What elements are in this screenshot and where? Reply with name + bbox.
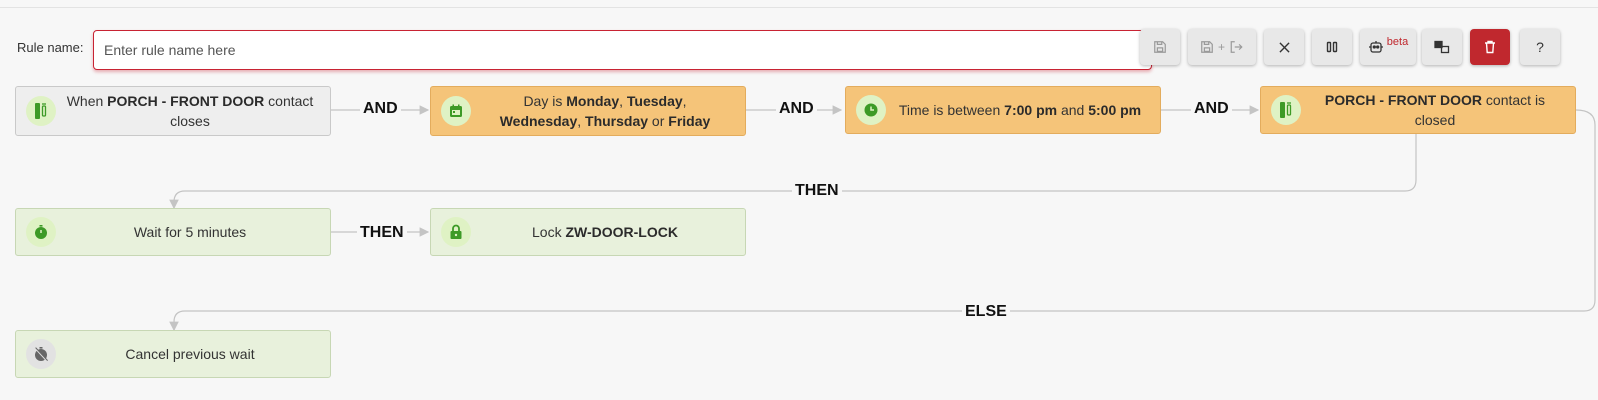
node-text-plain: , <box>577 113 586 129</box>
node-text-bold: ZW-DOOR-LOCK <box>565 224 678 240</box>
node-text-plain: or <box>648 113 669 129</box>
node-text-bold: Tuesday <box>626 93 683 109</box>
condition-node-day[interactable]: Day is Monday, Tuesday, Wednesday, Thurs… <box>430 86 746 136</box>
node-text-bold: Monday <box>566 93 620 109</box>
node-text-bold: Thursday <box>585 113 649 129</box>
and-label-1: AND <box>360 100 401 118</box>
action-node-wait[interactable]: Wait for 5 minutes <box>15 208 331 256</box>
node-text: Wait for 5 minutes <box>16 222 330 242</box>
and-label-2: AND <box>776 100 817 118</box>
and-label-3: AND <box>1191 100 1232 118</box>
node-text-plain: Time is between <box>898 102 1005 118</box>
trigger-node-contact-closes[interactable]: When PORCH - FRONT DOOR contact closes <box>15 86 331 136</box>
node-text-bold: PORCH - FRONT DOOR <box>107 93 265 109</box>
node-text-bold: Friday <box>668 113 711 129</box>
else-connector <box>169 109 1596 332</box>
node-text: Day is Monday, Tuesday, Wednesday, Thurs… <box>431 91 745 131</box>
calendar-icon <box>441 96 471 126</box>
node-text-plain: Wait for 5 minutes <box>133 224 247 240</box>
node-text: Lock ZW-DOOR-LOCK <box>431 222 745 242</box>
then-label: THEN <box>792 182 842 200</box>
contact-sensor-icon <box>26 96 56 126</box>
node-text-plain: Day is <box>523 93 567 109</box>
node-text-plain: and <box>1057 102 1089 118</box>
node-text: When PORCH - FRONT DOOR contact closes <box>16 91 330 131</box>
node-text-plain: , <box>619 93 627 109</box>
node-text: PORCH - FRONT DOOR contact is closed <box>1261 90 1575 130</box>
then-label-2: THEN <box>357 224 407 242</box>
node-text: Cancel previous wait <box>16 344 330 364</box>
node-text-bold: PORCH - FRONT DOOR <box>1324 92 1483 108</box>
timer-icon <box>26 217 56 247</box>
node-text-plain: Cancel previous wait <box>125 346 255 362</box>
else-label: ELSE <box>962 303 1010 321</box>
condition-node-contact-closed[interactable]: PORCH - FRONT DOOR contact is closed <box>1260 86 1576 134</box>
node-text-plain: Lock <box>532 224 566 240</box>
node-text-bold: 5:00 pm <box>1088 102 1142 118</box>
lock-icon <box>441 217 471 247</box>
timer-off-icon <box>26 339 56 369</box>
action-node-lock[interactable]: Lock ZW-DOOR-LOCK <box>430 208 746 256</box>
node-text-plain: When <box>66 93 108 109</box>
node-text-plain: , <box>682 93 687 109</box>
node-text-bold: 7:00 pm <box>1004 102 1058 118</box>
node-text-bold: Wednesday <box>499 113 578 129</box>
clock-icon <box>856 95 886 125</box>
condition-node-time[interactable]: Time is between 7:00 pm and 5:00 pm <box>845 86 1161 134</box>
action-node-cancel-wait[interactable]: Cancel previous wait <box>15 330 331 378</box>
contact-sensor-icon <box>1271 95 1301 125</box>
node-text: Time is between 7:00 pm and 5:00 pm <box>846 100 1160 120</box>
